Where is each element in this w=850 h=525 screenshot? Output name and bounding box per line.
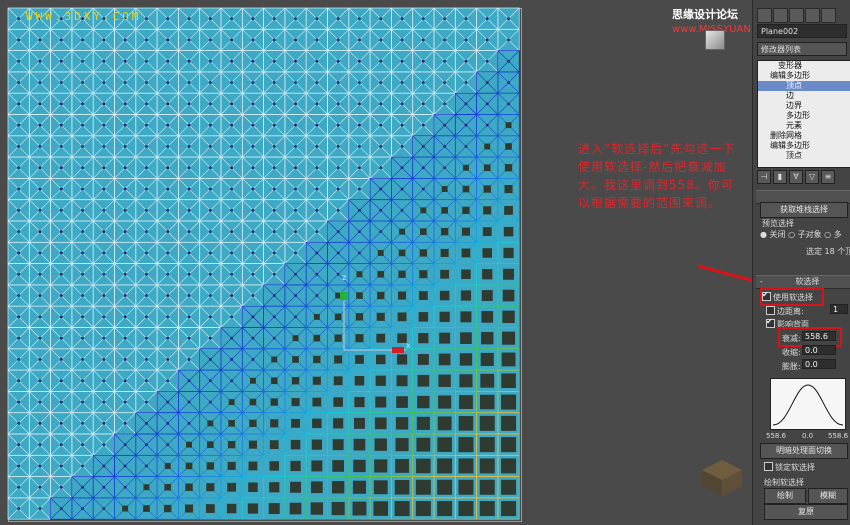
soft-selection-title: 软选择 — [795, 277, 820, 286]
remove-modifier-icon[interactable]: ▽ — [805, 170, 819, 184]
pinch-spinner[interactable]: 0.0 — [802, 345, 836, 355]
watermark-left: WWW.3DXY.COM — [26, 10, 142, 23]
soft-selection-rollout[interactable]: - 软选择 — [756, 275, 850, 289]
preview-off-radio[interactable]: ● 关闭 — [760, 230, 786, 239]
show-end-result-icon[interactable]: ▮ — [773, 170, 787, 184]
bubble-label: 膨胀: — [782, 362, 801, 371]
modifier-stack-item[interactable]: 编辑多边形 — [758, 141, 850, 151]
modifier-stack-item[interactable]: 元素 — [758, 121, 850, 131]
revert-button[interactable]: 复原 — [764, 504, 848, 520]
motion-tab-icon[interactable] — [805, 8, 820, 23]
modifier-stack-item[interactable]: 顶点 — [758, 151, 850, 161]
stack-toolbar: ⊣ ▮ ∀ ▽ ≡ — [757, 170, 849, 186]
paint-button[interactable]: 绘制 — [764, 488, 806, 504]
highlight-falloff — [778, 327, 842, 347]
perspective-viewport[interactable]: WWW.3DXY.COM 思缘设计论坛 www.MISSYUAN.COM 进入“… — [0, 0, 777, 525]
watermark-3d-logo-icon — [702, 460, 742, 496]
make-unique-icon[interactable]: ∀ — [789, 170, 803, 184]
svg-text:z: z — [342, 273, 346, 282]
bubble-spinner[interactable]: 0.0 — [802, 359, 836, 369]
pin-stack-icon[interactable]: ⊣ — [757, 170, 771, 184]
modifier-stack-item[interactable]: 变形器 — [758, 61, 850, 71]
get-stack-selection-button[interactable]: 获取堆栈选择 — [760, 202, 848, 218]
tutorial-annotation: 进入“软选择后”先勾选一下使用软选择-然后把衰减加大。我这里调到558。你可以根… — [578, 142, 736, 210]
preview-selection-label: 预览选择 — [762, 219, 794, 228]
svg-text:x: x — [406, 341, 411, 350]
object-name-field[interactable]: Plane002 — [757, 24, 847, 38]
modifier-stack-item[interactable]: 边界 — [758, 101, 850, 111]
checkbox-unchecked-icon — [764, 462, 773, 471]
preview-multi-radio[interactable]: ○ 多 — [824, 230, 842, 239]
viewcube-icon[interactable] — [705, 30, 725, 50]
highlight-use-soft-selection — [760, 288, 824, 306]
preview-selection-options: ● 关闭 ○ 子对象 ○ 多 — [760, 229, 842, 240]
lock-soft-selection-checkbox[interactable]: 锁定软选择 — [764, 462, 815, 473]
edge-distance-spinner[interactable]: 1 — [830, 304, 848, 314]
edge-distance-checkbox[interactable]: 边距离: — [766, 306, 804, 317]
paint-soft-selection-label: 绘制软选择 — [764, 478, 804, 487]
modify-tab-icon[interactable] — [773, 8, 788, 23]
checkbox-unchecked-icon — [766, 306, 775, 315]
command-panel-tabs — [757, 8, 837, 23]
selected-count: 选定 18 个顶 — [806, 247, 850, 256]
display-tab-icon[interactable] — [821, 8, 836, 23]
hierarchy-tab-icon[interactable] — [789, 8, 804, 23]
transform-gizmo-icon[interactable]: z x — [336, 272, 416, 372]
plane-mesh[interactable] — [0, 0, 752, 525]
blur-button[interactable]: 模糊 — [808, 488, 848, 504]
shaded-face-toggle-button[interactable]: 明暗处理面切换 — [760, 443, 848, 459]
checkbox-checked-icon — [766, 317, 775, 328]
modifier-list-dropdown[interactable]: 修改器列表 — [757, 42, 847, 56]
modifier-stack-item[interactable]: 编辑多边形 — [758, 71, 850, 81]
modifier-stack-item[interactable]: 顶点 — [758, 81, 850, 91]
modifier-stack[interactable]: 变形器 编辑多边形 顶点边边界 多边形 元素 删除网格 编辑多边形 顶点 — [757, 60, 850, 168]
modifier-stack-item[interactable]: 删除网格 — [758, 131, 850, 141]
modifier-stack-item[interactable]: 多边形 — [758, 111, 850, 121]
configure-sets-icon[interactable]: ≡ — [821, 170, 835, 184]
pinch-label: 收缩: — [782, 348, 801, 357]
preview-subobj-radio[interactable]: ○ 子对象 — [788, 230, 822, 239]
modifier-stack-item[interactable]: 边 — [758, 91, 850, 101]
create-tab-icon[interactable] — [757, 8, 772, 23]
falloff-curve-graph — [770, 378, 846, 430]
